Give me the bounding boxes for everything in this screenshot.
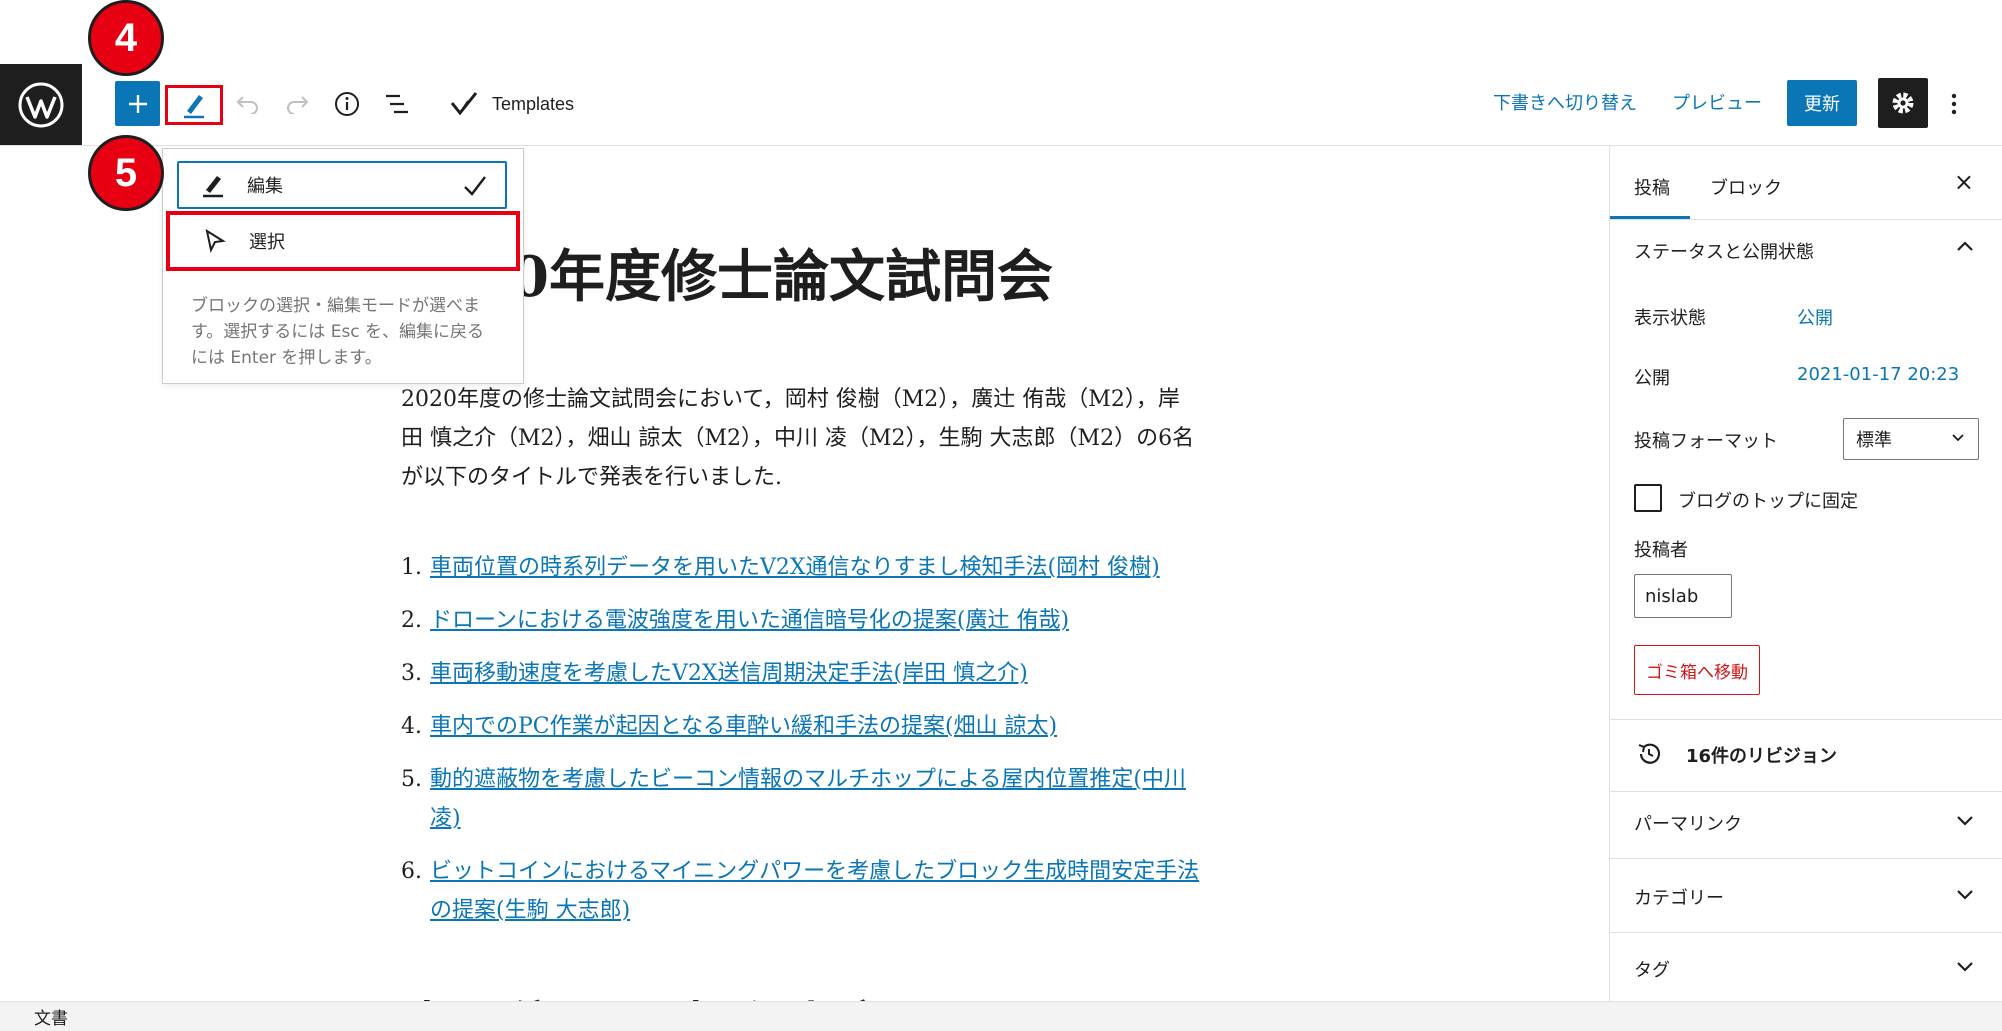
post-format-select[interactable]: 標準 [1843, 418, 1979, 460]
thesis-link[interactable]: 車両移動速度を考慮したV2X送信周期決定手法(岸田 慎之介) [430, 654, 1028, 693]
author-field[interactable]: nislab [1634, 574, 1732, 618]
list-item: 5. 動的遮蔽物を考慮したビーコン情報のマルチホップによる屋内位置推定(中川 凌… [401, 760, 1211, 838]
add-block-button[interactable] [115, 81, 160, 126]
thesis-link[interactable]: ビットコインにおけるマイニングパワーを考慮したブロック生成時間安定手法の提案(生… [430, 852, 1211, 930]
publish-date-link[interactable]: 2021-01-17 20:23 [1797, 364, 1959, 385]
list-number: 3. [401, 661, 422, 686]
switch-to-draft-link[interactable]: 下書きへ切り替え [1493, 89, 1637, 115]
block-editor: Templates 下書きへ切り替え プレビュー 更新 0年度修士論文試問会 2… [0, 0, 2002, 1031]
revisions-link[interactable]: 16件のリビジョン [1686, 742, 1837, 768]
list-number: 5. [401, 767, 422, 792]
edit-mode-option[interactable]: 編集 [177, 161, 507, 209]
thesis-link[interactable]: 動的遮蔽物を考慮したビーコン情報のマルチホップによる屋内位置推定(中川 凌) [430, 760, 1211, 838]
gear-icon [1892, 92, 1914, 114]
panel-divider [1610, 791, 2002, 792]
pencil-icon [184, 95, 204, 119]
category-panel-title[interactable]: カテゴリー [1634, 884, 1724, 910]
list-number: 4. [401, 714, 422, 739]
permalink-panel-title[interactable]: パーマリンク [1634, 810, 1742, 836]
chevron-down-icon[interactable] [1956, 888, 1974, 900]
redo-icon [287, 96, 309, 114]
mode-help-text: ブロックの選択・編集モードが選べます。選択するには Esc を、編集に戻るには … [191, 296, 485, 368]
templates-label: Templates [492, 93, 575, 114]
post-title[interactable]: 0年度修士論文試問会 [510, 232, 1053, 313]
list-item: 2. ドローンにおける電波強度を用いた通信暗号化の提案(廣辻 侑哉) [401, 601, 1211, 640]
author-label: 投稿者 [1634, 540, 1688, 561]
redo-button[interactable] [279, 86, 315, 122]
settings-sidebar: 投稿 ブロック × ステータスと公開状態 表示状態 公開 公開 2021-01-… [1609, 146, 2002, 1001]
sticky-label: ブログのトップに固定 [1678, 491, 1858, 512]
cursor-icon [201, 229, 229, 253]
more-vertical-icon [1951, 93, 1957, 115]
post-format-label: 投稿フォーマット [1634, 431, 1778, 452]
update-button[interactable]: 更新 [1787, 80, 1857, 126]
chevron-up-icon[interactable] [1956, 240, 1974, 252]
list-view-button[interactable] [379, 86, 415, 122]
close-sidebar-button[interactable]: × [1954, 168, 1974, 196]
settings-button[interactable] [1878, 78, 1928, 128]
step-badge-5: 5 [88, 135, 164, 211]
sticky-checkbox[interactable] [1634, 484, 1662, 512]
list-item: 3. 車両移動速度を考慮したV2X送信周期決定手法(岸田 慎之介) [401, 654, 1211, 693]
breadcrumb-document[interactable]: 文書 [34, 1004, 68, 1029]
chevron-down-icon[interactable] [1956, 960, 1974, 972]
edit-mode-label: 編集 [247, 176, 283, 197]
pencil-icon [199, 172, 227, 198]
thesis-link[interactable]: 車内でのPC作業が起因となる車酔い緩和手法の提案(畑山 諒太) [430, 707, 1057, 746]
tools-mode-dropdown: 編集 選択 ブロックの選択・編集モードが選べます。選択するには Esc を、編集… [162, 148, 524, 384]
undo-button[interactable] [230, 86, 266, 122]
plus-icon [128, 94, 147, 113]
info-icon [335, 92, 359, 116]
select-mode-label: 選択 [249, 232, 285, 253]
list-number: 6. [401, 859, 422, 884]
publish-label: 公開 [1634, 368, 1670, 389]
select-mode-option[interactable]: 選択 [166, 211, 520, 271]
wordpress-logo-button[interactable] [0, 64, 82, 146]
list-item: 1. 車両位置の時系列データを用いたV2X通信なりすまし検知手法(岡村 俊樹) [401, 548, 1211, 587]
block-breadcrumb-footer: 文書 [0, 1001, 2002, 1031]
intro-paragraph[interactable]: 2020年度の修士論文試問会において，岡村 俊樹（M2），廣辻 侑哉（M2），岸… [401, 380, 1201, 497]
panel-divider [1610, 932, 2002, 933]
panel-divider [1610, 719, 2002, 720]
list-number: 1. [401, 555, 422, 580]
preview-link[interactable]: プレビュー [1672, 89, 1762, 115]
edit-mode-tool-button[interactable] [165, 85, 223, 125]
move-to-trash-button[interactable]: ゴミ箱へ移動 [1634, 645, 1760, 695]
revisions-icon [1638, 743, 1661, 764]
thesis-link[interactable]: 車両位置の時系列データを用いたV2X通信なりすまし検知手法(岡村 俊樹) [430, 548, 1160, 587]
list-item: 4. 車内でのPC作業が起因となる車酔い緩和手法の提案(畑山 諒太) [401, 707, 1211, 746]
list-view-icon [386, 94, 408, 114]
checkmark-icon [463, 175, 487, 202]
templates-button[interactable]: Templates [450, 86, 574, 122]
thesis-list: 1. 車両位置の時系列データを用いたV2X通信なりすまし検知手法(岡村 俊樹) … [401, 548, 1211, 944]
tabs-divider [1610, 219, 2002, 220]
step-badge-4: 4 [88, 0, 164, 76]
visibility-label: 表示状態 [1634, 308, 1706, 329]
more-options-button[interactable] [1942, 86, 1966, 122]
chevron-down-icon[interactable] [1956, 814, 1974, 826]
tab-block[interactable]: ブロック [1710, 174, 1782, 200]
thesis-link[interactable]: ドローンにおける電波強度を用いた通信暗号化の提案(廣辻 侑哉) [430, 601, 1069, 640]
templates-check-icon [450, 92, 478, 116]
visibility-value-link[interactable]: 公開 [1797, 304, 1833, 330]
tag-panel-title[interactable]: タグ [1634, 956, 1670, 982]
wordpress-icon [18, 82, 64, 128]
panel-divider [1610, 858, 2002, 859]
status-panel-title[interactable]: ステータスと公開状態 [1634, 238, 1814, 264]
post-format-value: 標準 [1856, 430, 1892, 451]
list-number: 2. [401, 608, 422, 633]
undo-icon [236, 96, 258, 114]
details-button[interactable] [329, 86, 365, 122]
chevron-down-icon [1952, 434, 1964, 442]
list-item: 6. ビットコインにおけるマイニングパワーを考慮したブロック生成時間安定手法の提… [401, 852, 1211, 930]
tab-post[interactable]: 投稿 [1634, 174, 1670, 200]
